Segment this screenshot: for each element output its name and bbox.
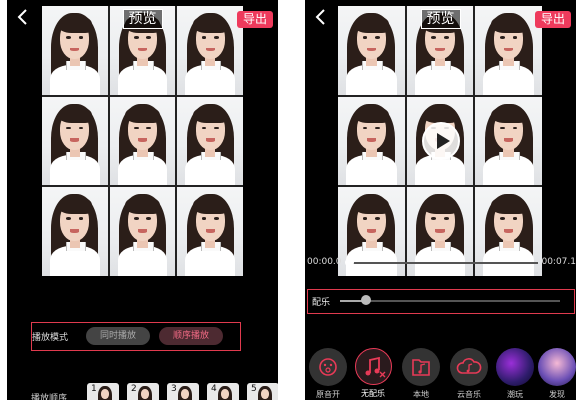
sequential-play-button[interactable]: 顺序播放 — [159, 327, 223, 345]
portrait-photo — [177, 187, 243, 276]
music-option-label: 潮玩 — [507, 390, 523, 399]
portrait-photo — [177, 96, 243, 186]
portrait-photo — [475, 6, 542, 95]
music-option-label: 云音乐 — [457, 390, 481, 399]
playback-progress-knob[interactable] — [345, 258, 354, 267]
music-option-label: 原音开 — [316, 390, 340, 399]
order-thumb[interactable]: 5 — [247, 383, 278, 400]
photo-grid — [42, 6, 243, 276]
thumb-number: 2 — [131, 384, 137, 394]
play-icon[interactable] — [422, 122, 460, 160]
chevron-left-icon[interactable] — [314, 8, 332, 28]
current-time: 00:00.0 — [307, 257, 342, 267]
music-volume-panel: 配乐 — [307, 289, 575, 314]
portrait-photo — [109, 96, 176, 186]
portrait-photo — [338, 96, 405, 186]
music-volume-track[interactable] — [340, 300, 560, 302]
play-order-label: 播放顺序 — [31, 394, 68, 400]
portrait-photo — [42, 6, 108, 95]
thumb-number: 3 — [171, 384, 177, 394]
order-thumb[interactable]: 3 — [167, 383, 199, 400]
thumb-number: 4 — [211, 384, 217, 394]
music-label: 配乐 — [312, 298, 331, 308]
album-art-icon — [538, 348, 576, 386]
thumb-number: 5 — [251, 384, 257, 394]
page-title: 预览 — [420, 9, 461, 29]
export-button[interactable]: 导出 — [236, 11, 273, 28]
chevron-left-icon[interactable] — [16, 8, 34, 28]
cloud-music-icon — [450, 348, 488, 386]
left-screen: 预览 导出 播放模式 同时播放 顺序播放 播放顺序 1 2 3 4 5 — [7, 0, 278, 400]
portrait-photo — [109, 187, 176, 276]
order-thumb[interactable]: 1 — [87, 383, 119, 400]
music-option-discover[interactable]: 发现 — [536, 348, 576, 400]
music-option-label: 发现 — [549, 390, 565, 399]
album-art-icon — [496, 348, 534, 386]
export-button[interactable]: 导出 — [534, 11, 571, 28]
order-thumb[interactable]: 2 — [127, 383, 159, 400]
music-volume-knob[interactable] — [361, 295, 372, 305]
music-option-label: 无配乐 — [361, 389, 385, 398]
no-music-icon — [354, 348, 392, 385]
sync-play-button[interactable]: 同时播放 — [86, 327, 150, 345]
play-mode-panel: 播放模式 同时播放 顺序播放 — [31, 322, 241, 351]
portrait-photo — [338, 6, 405, 95]
order-thumb[interactable]: 4 — [207, 383, 239, 400]
music-option-original-sound[interactable]: 原音开 — [307, 348, 349, 400]
music-option-label: 本地 — [413, 390, 429, 399]
music-option-trend[interactable]: 潮玩 — [494, 348, 536, 400]
right-screen: 预览 导出 00:00.0 00:07.1 配乐 原音开 无配乐 本地 云音乐 — [305, 0, 576, 400]
portrait-photo — [42, 96, 108, 186]
music-option-no-music[interactable]: 无配乐 — [352, 348, 394, 399]
folder-music-icon — [402, 348, 440, 386]
portrait-photo — [177, 6, 243, 95]
playback-progress-track[interactable] — [348, 262, 538, 264]
play-mode-label: 播放模式 — [32, 333, 69, 343]
sound-face-icon — [309, 348, 347, 386]
music-option-local[interactable]: 本地 — [400, 348, 442, 400]
total-time: 00:07.1 — [541, 257, 576, 267]
page-title: 预览 — [122, 9, 163, 29]
portrait-photo — [475, 96, 542, 186]
portrait-photo — [42, 187, 108, 276]
thumb-number: 1 — [91, 384, 97, 394]
music-option-cloud[interactable]: 云音乐 — [448, 348, 490, 400]
